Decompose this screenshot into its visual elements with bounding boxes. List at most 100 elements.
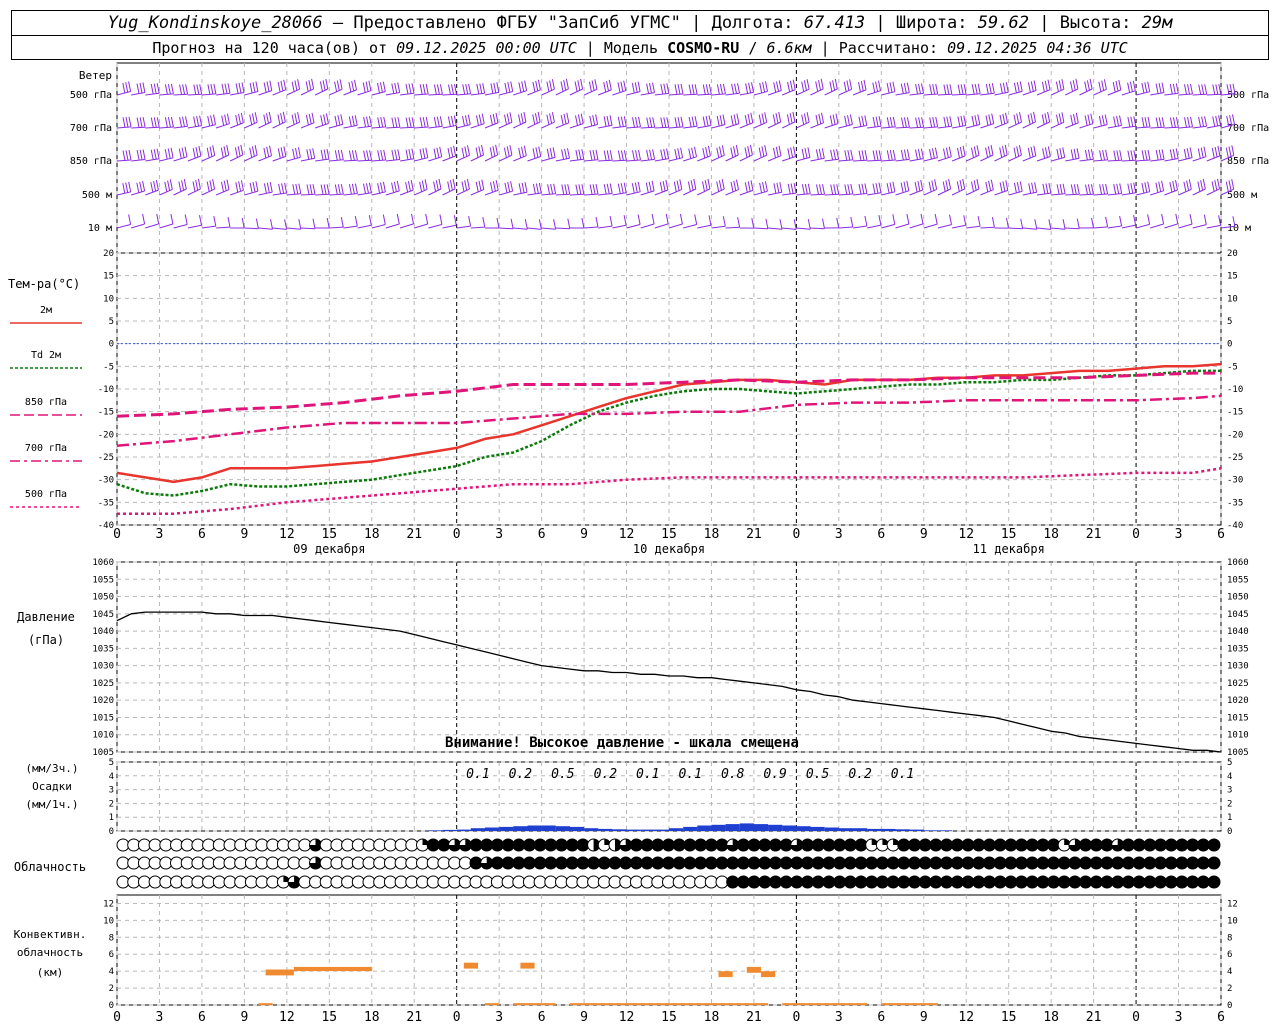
- cloud-cover-symbol: [1132, 875, 1146, 889]
- wind-barb-feather: [156, 213, 160, 224]
- precip-3h-total: 0.5: [551, 767, 575, 782]
- wind-barb-feather: [1059, 148, 1063, 159]
- wind-barb-shaft: [768, 227, 783, 230]
- wind-barb-feather: [733, 114, 737, 125]
- wind-barb-feather: [789, 113, 793, 124]
- wind-barb-shaft: [513, 227, 528, 230]
- wind-barb-feather: [182, 116, 185, 127]
- wind-barb-feather: [422, 117, 426, 128]
- wind-barb-shaft: [966, 225, 981, 229]
- wind-barb-feather: [1047, 146, 1051, 157]
- wind-barb-feather: [1076, 148, 1080, 159]
- wind-barb-feather: [637, 181, 641, 192]
- wind-barb-feather: [829, 115, 833, 126]
- wind-barb-feather: [195, 147, 199, 158]
- wind-barb-shaft: [782, 192, 797, 196]
- wind-barb-feather: [199, 215, 202, 226]
- meteogram: Ветер500 гПа 500 гПа700 гПа 700 гПа850 гПа…: [8, 62, 1269, 1024]
- precip-bar: [895, 829, 910, 831]
- bottom-hour-tick-label: 6: [877, 1010, 885, 1024]
- bottom-hour-tick-label: 18: [1043, 1010, 1059, 1024]
- wind-barb-feather: [1116, 183, 1120, 194]
- wind-barb-shaft: [640, 158, 655, 162]
- wind-barb-feather: [917, 149, 921, 160]
- wind-barb-shaft: [1206, 155, 1221, 162]
- wind-barb-feather: [504, 82, 508, 94]
- wind-barb-feather: [674, 117, 678, 128]
- wind-barb-feather: [594, 79, 598, 90]
- y-tick-label-right: 0: [1227, 827, 1232, 837]
- wind-barb-feather: [492, 181, 496, 192]
- wind-barb-feather: [439, 116, 443, 127]
- wind-barb-shaft: [626, 91, 641, 96]
- precip-bar: [725, 824, 740, 831]
- y-tick-label-right: 20: [1227, 249, 1238, 259]
- wind-barb-shaft: [187, 125, 202, 129]
- wind-barb-feather: [1130, 116, 1134, 127]
- precip-bar: [782, 825, 797, 831]
- wind-barb-feather: [792, 79, 796, 90]
- y-tick-label-left: 0: [109, 340, 114, 350]
- y-tick-label-left: 1045: [92, 610, 114, 620]
- wind-barb-feather: [1005, 180, 1009, 191]
- wind-barb-feather: [1042, 183, 1046, 194]
- wind-barb-feather: [646, 150, 650, 161]
- wind-barb-shaft: [555, 157, 570, 162]
- wind-barb-feather: [889, 82, 893, 93]
- wind-barb-feather: [326, 184, 330, 195]
- wind-barb-shaft: [414, 157, 428, 162]
- wind-barb-shaft: [385, 190, 400, 196]
- y-tick-label-left: 1005: [92, 748, 114, 758]
- wind-barb-feather: [1147, 181, 1151, 192]
- wind-barb-feather: [1203, 146, 1207, 157]
- wind-barb-feather: [421, 180, 425, 191]
- y-tick-label-left: -35: [98, 498, 114, 508]
- pressure-panel: 1060 10601055 10551050 10501045 10451040 1040…: [17, 558, 1249, 758]
- hour-tick-label: 15: [661, 527, 677, 542]
- wind-barb-shaft: [895, 126, 910, 129]
- wind-barb-feather: [595, 216, 599, 228]
- wind-barb-feather: [1090, 149, 1094, 160]
- wind-barb-feather: [1101, 80, 1105, 91]
- wind-barb-shaft: [116, 191, 131, 196]
- wind-barb-feather: [306, 184, 310, 195]
- y-tick-label-left: 1: [109, 813, 114, 823]
- y-tick-label-left: 1030: [92, 662, 114, 672]
- wind-barb-feather: [1087, 149, 1091, 160]
- wind-barb-feather: [775, 113, 779, 124]
- wind-barb-feather: [128, 81, 132, 92]
- y-tick-label-right: 10: [1227, 916, 1238, 926]
- wind-barb-shaft: [131, 92, 145, 96]
- wind-barb-feather: [397, 117, 401, 128]
- wind-barb-feather: [861, 115, 865, 127]
- wind-barb-feather: [281, 183, 285, 194]
- wind-barb-shaft: [201, 225, 216, 229]
- wind-barb-feather: [252, 82, 256, 93]
- wind-barb-feather: [1073, 184, 1077, 195]
- wind-barb-feather: [1169, 149, 1173, 160]
- wind-barb-shaft: [980, 123, 994, 129]
- wind-barb-shaft: [683, 224, 697, 229]
- wind-barb-shaft: [343, 89, 357, 96]
- wind-barb-feather: [1013, 82, 1017, 93]
- wind-barb-feather: [620, 81, 624, 92]
- wind-barb-feather: [411, 213, 414, 224]
- wind-barb-shaft: [810, 122, 824, 129]
- wind-barb-shaft: [583, 88, 598, 96]
- wind-barb-feather: [807, 219, 811, 230]
- wind-barb-shaft: [116, 159, 132, 162]
- hour-tick-label: 9: [920, 527, 928, 542]
- wind-barb-feather: [128, 116, 132, 127]
- wind-barb-shaft: [527, 227, 542, 230]
- wind-barb-feather: [1075, 112, 1079, 123]
- wind-barb-shaft: [952, 224, 966, 229]
- wind-barb-feather: [223, 180, 227, 191]
- wind-barb-feather: [1141, 117, 1145, 128]
- wind-barb-shaft: [810, 88, 824, 96]
- wind-barb-feather: [815, 114, 819, 126]
- wind-barb-shaft: [159, 93, 174, 96]
- wind-barb-shaft: [640, 190, 655, 196]
- wind-barb-shaft: [1107, 193, 1122, 196]
- wind-barb-feather: [506, 113, 510, 124]
- wind-barb-feather: [589, 115, 593, 127]
